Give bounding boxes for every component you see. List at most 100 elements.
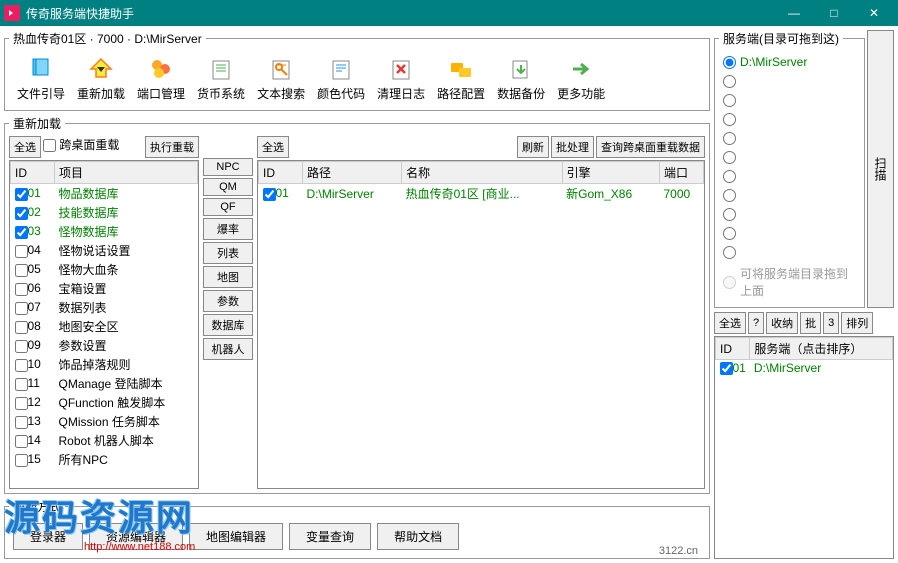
server-legend: 服务端(目录可拖到这): [719, 30, 843, 47]
backup-icon: [505, 55, 537, 83]
reload-item-row[interactable]: 08地图安全区: [11, 317, 198, 336]
clean-toolbar-button[interactable]: 清理日志: [375, 53, 427, 104]
reload-item-row[interactable]: 06宝箱设置: [11, 279, 198, 298]
server-radio-empty[interactable]: [723, 227, 856, 240]
mid-地图-button[interactable]: 地图: [203, 266, 253, 288]
srv-fold[interactable]: 收纳: [766, 312, 798, 334]
minimize-button[interactable]: —: [774, 0, 814, 26]
srv-select-all[interactable]: 全选: [714, 312, 746, 334]
reload-item-row[interactable]: 15所有NPC: [11, 450, 198, 469]
item-checkbox[interactable]: [15, 302, 28, 315]
item-checkbox[interactable]: [15, 435, 28, 448]
srv-list-row[interactable]: 01D:\MirServer: [716, 360, 893, 377]
cross-desktop-checkbox[interactable]: 跨桌面重载: [43, 136, 119, 158]
money-toolbar-button[interactable]: 货币系统: [195, 53, 247, 104]
servers-table[interactable]: ID 路径 名称 引擎 端口 01D:\MirServer热血传奇01区 [商业…: [257, 160, 705, 489]
clean-icon: [385, 55, 417, 83]
maximize-button[interactable]: □: [814, 0, 854, 26]
reload-item-row[interactable]: 01物品数据库: [11, 184, 198, 204]
server-radio-empty[interactable]: [723, 75, 856, 88]
server-radio-empty[interactable]: [723, 189, 856, 202]
toolbar: 文件引导重新加载端口管理货币系统文本搜索颜色代码清理日志路径配置数据备份更多功能: [9, 51, 705, 106]
server-radio-empty[interactable]: [723, 113, 856, 126]
shortcut-变量查询-button[interactable]: 变量查询: [289, 523, 371, 550]
reload-item-row[interactable]: 07数据列表: [11, 298, 198, 317]
reload-item-row[interactable]: 02技能数据库: [11, 203, 198, 222]
server-radio-empty[interactable]: [723, 94, 856, 107]
item-checkbox[interactable]: [15, 378, 28, 391]
server-group: 服务端(目录可拖到这) D:\MirServer可将服务端目录拖到上面: [714, 30, 865, 308]
mid-QF-button[interactable]: QF: [203, 198, 253, 216]
main-group: 热血传奇01区 · 7000 · D:\MirServer 文件引导重新加载端口…: [4, 30, 710, 111]
server-radio[interactable]: D:\MirServer: [723, 55, 856, 69]
mid-QM-button[interactable]: QM: [203, 178, 253, 196]
server-radio-empty[interactable]: [723, 132, 856, 145]
reload-item-row[interactable]: 11QManage 登陆脚本: [11, 374, 198, 393]
scan-button[interactable]: 扫描: [867, 30, 894, 308]
mid-参数-button[interactable]: 参数: [203, 290, 253, 312]
item-checkbox[interactable]: [15, 454, 28, 467]
mid-爆率-button[interactable]: 爆率: [203, 218, 253, 240]
reload-item-row[interactable]: 04怪物说话设置: [11, 241, 198, 260]
reload-item-row[interactable]: 10饰品掉落规则: [11, 355, 198, 374]
item-checkbox[interactable]: [15, 245, 28, 258]
item-checkbox[interactable]: [15, 264, 28, 277]
reload-items-table[interactable]: ID 项目 01物品数据库02技能数据库03怪物数据库04怪物说话设置05怪物大…: [9, 160, 199, 489]
mid-列表-button[interactable]: 列表: [203, 242, 253, 264]
server-row[interactable]: 01D:\MirServer热血传奇01区 [商业...新Gom_X867000: [259, 184, 704, 204]
reload-item-row[interactable]: 13QMission 任务脚本: [11, 412, 198, 431]
server-radio-empty[interactable]: [723, 208, 856, 221]
item-checkbox[interactable]: [15, 340, 28, 353]
mid-NPC-button[interactable]: NPC: [203, 158, 253, 176]
item-checkbox[interactable]: [15, 359, 28, 372]
execute-reload-button[interactable]: 执行重载: [145, 136, 199, 158]
mid-数据库-button[interactable]: 数据库: [203, 314, 253, 336]
srv-num[interactable]: 3: [823, 312, 839, 334]
money-icon: [205, 55, 237, 83]
item-checkbox[interactable]: [15, 397, 28, 410]
color-toolbar-button[interactable]: 颜色代码: [315, 53, 367, 104]
col-id: ID: [11, 162, 55, 184]
reload-item-row[interactable]: 05怪物大血条: [11, 260, 198, 279]
item-checkbox[interactable]: [15, 283, 28, 296]
search-toolbar-button[interactable]: 文本搜索: [255, 53, 307, 104]
item-checkbox[interactable]: [15, 321, 28, 334]
more-toolbar-button[interactable]: 更多功能: [555, 53, 607, 104]
server-list-table[interactable]: ID 服务端（点击排序） 01D:\MirServer: [714, 336, 894, 559]
batch-button[interactable]: 批处理: [551, 136, 594, 158]
server-radio-empty[interactable]: [723, 246, 856, 259]
query-button[interactable]: 查询跨桌面重载数据: [596, 136, 705, 158]
backup-toolbar-button[interactable]: 数据备份: [495, 53, 547, 104]
item-checkbox[interactable]: [15, 416, 28, 429]
main-group-legend: 热血传奇01区 · 7000 · D:\MirServer: [9, 30, 206, 47]
watermark: 源码资源网 http://www.net188.com: [4, 489, 195, 553]
search-icon: [265, 55, 297, 83]
reload-item-row[interactable]: 12QFunction 触发脚本: [11, 393, 198, 412]
srv-batch[interactable]: 批: [800, 312, 821, 334]
reload-icon: [85, 55, 117, 83]
titlebar: 传奇服务端快捷助手 — □ ✕: [0, 0, 898, 26]
reload-item-row[interactable]: 03怪物数据库: [11, 222, 198, 241]
server-radio-empty[interactable]: [723, 151, 856, 164]
mid-机器人-button[interactable]: 机器人: [203, 338, 253, 360]
srv-sort[interactable]: 排列: [841, 312, 873, 334]
shortcut-帮助文档-button[interactable]: 帮助文档: [377, 523, 459, 550]
reload-item-row[interactable]: 14Robot 机器人脚本: [11, 431, 198, 450]
more-icon: [565, 55, 597, 83]
select-all-button[interactable]: 全选: [9, 136, 41, 158]
refresh-button[interactable]: 刷新: [517, 136, 549, 158]
close-button[interactable]: ✕: [854, 0, 894, 26]
file-toolbar-button[interactable]: 文件引导: [15, 53, 67, 104]
item-checkbox[interactable]: [15, 188, 28, 201]
shortcut-地图编辑器-button[interactable]: 地图编辑器: [189, 523, 283, 550]
item-checkbox[interactable]: [15, 207, 28, 220]
item-checkbox[interactable]: [15, 226, 28, 239]
path-icon: [445, 55, 477, 83]
server-radio-empty[interactable]: [723, 170, 856, 183]
path-toolbar-button[interactable]: 路径配置: [435, 53, 487, 104]
right-select-all[interactable]: 全选: [257, 136, 289, 158]
reload-toolbar-button[interactable]: 重新加载: [75, 53, 127, 104]
srv-help[interactable]: ?: [748, 312, 764, 334]
port-toolbar-button[interactable]: 端口管理: [135, 53, 187, 104]
reload-item-row[interactable]: 09参数设置: [11, 336, 198, 355]
